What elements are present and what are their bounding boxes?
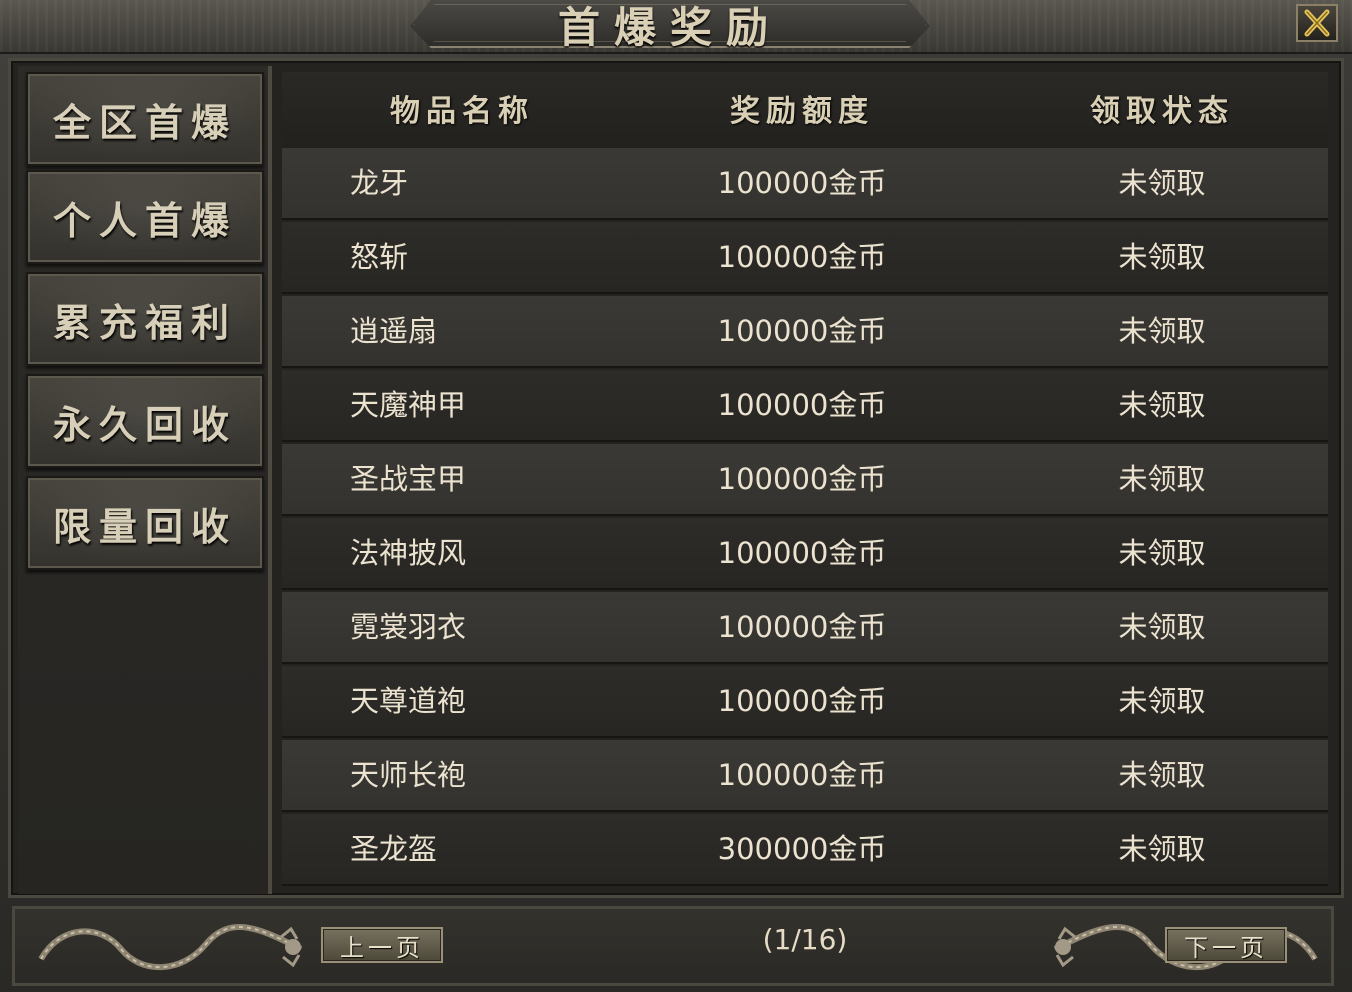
- column-header-status: 领取状态: [1090, 94, 1234, 129]
- item-reward: 100000金币: [717, 462, 887, 496]
- prev-page-label: 上一页: [340, 933, 424, 962]
- item-name: 逍遥扇: [350, 314, 438, 348]
- pagination-bar: 上一页 (1/16) 下一页: [12, 906, 1334, 986]
- item-name: 怒斩: [350, 240, 409, 274]
- claim-status[interactable]: 未领取: [1042, 296, 1282, 366]
- item-name: 圣战宝甲: [350, 462, 467, 496]
- close-button[interactable]: [1296, 4, 1338, 42]
- page-indicator: (1/16): [762, 923, 848, 956]
- claim-status[interactable]: 未领取: [1042, 592, 1282, 662]
- table-row: 龙牙 100000金币 未领取: [282, 148, 1328, 220]
- item-reward: 300000金币: [717, 832, 887, 866]
- window-title: 首爆奖励: [557, 3, 782, 52]
- item-reward: 100000金币: [717, 314, 887, 348]
- item-reward: 100000金币: [717, 388, 887, 422]
- item-name: 天师长袍: [350, 758, 467, 792]
- reward-table: 物品名称 奖励额度 领取状态 龙牙 100000金币 未领取 怒斩 100000…: [282, 72, 1328, 892]
- item-reward: 100000金币: [717, 166, 887, 200]
- item-reward: 100000金币: [717, 536, 887, 570]
- claim-status[interactable]: 未领取: [1042, 518, 1282, 588]
- table-row: 法神披风 100000金币 未领取: [282, 518, 1328, 590]
- next-page-button[interactable]: 下一页: [1165, 927, 1287, 963]
- item-reward: 100000金币: [717, 240, 887, 274]
- column-header-item-name: 物品名称: [390, 94, 534, 129]
- claim-status[interactable]: 未领取: [1042, 222, 1282, 292]
- claim-status[interactable]: 未领取: [1042, 444, 1282, 514]
- table-row: 天尊道袍 100000金币 未领取: [282, 666, 1328, 738]
- title-plate: 首爆奖励: [410, 0, 930, 48]
- table-row: 怒斩 100000金币 未领取: [282, 222, 1328, 294]
- sidebar-item-personal-first-drop[interactable]: 个人首爆: [26, 170, 264, 264]
- next-page-label: 下一页: [1184, 933, 1268, 962]
- table-header: 物品名称 奖励额度 领取状态: [282, 72, 1328, 150]
- sidebar-item-label: 累充福利: [52, 299, 237, 345]
- claim-status[interactable]: 未领取: [1042, 370, 1282, 440]
- window-header: 首爆奖励: [0, 0, 1352, 54]
- column-header-reward: 奖励额度: [730, 94, 874, 129]
- sidebar: 全区首爆 个人首爆 累充福利 永久回收 限量回收: [18, 66, 272, 894]
- sidebar-item-permanent-recycle[interactable]: 永久回收: [26, 374, 264, 468]
- first-drop-reward-window: 首爆奖励 全区首爆 个人首爆 累充福利 永久回收 限量回收 物品名称 奖励额度 …: [0, 0, 1352, 992]
- sidebar-item-label: 全区首爆: [52, 99, 237, 145]
- item-reward: 100000金币: [717, 758, 887, 792]
- item-name: 霓裳羽衣: [350, 610, 467, 644]
- item-name: 法神披风: [350, 536, 467, 570]
- sidebar-item-label: 个人首爆: [52, 197, 237, 243]
- table-row: 霓裳羽衣 100000金币 未领取: [282, 592, 1328, 664]
- claim-status[interactable]: 未领取: [1042, 148, 1282, 218]
- sidebar-item-label: 限量回收: [52, 503, 237, 549]
- item-name: 圣龙盔: [350, 832, 438, 866]
- close-x-icon: [1304, 9, 1330, 37]
- table-row: 圣战宝甲 100000金币 未领取: [282, 444, 1328, 516]
- claim-status[interactable]: 未领取: [1042, 814, 1282, 884]
- sidebar-item-label: 永久回收: [52, 401, 237, 447]
- claim-status[interactable]: 未领取: [1042, 666, 1282, 736]
- item-reward: 100000金币: [717, 684, 887, 718]
- table-row: 圣龙盔 300000金币 未领取: [282, 814, 1328, 886]
- sidebar-item-server-first-drop[interactable]: 全区首爆: [26, 72, 264, 166]
- item-name: 天尊道袍: [350, 684, 467, 718]
- item-name: 天魔神甲: [350, 388, 467, 422]
- dragon-ornament-icon: [38, 924, 303, 971]
- sidebar-item-recharge-bonus[interactable]: 累充福利: [26, 272, 264, 366]
- table-row: 天魔神甲 100000金币 未领取: [282, 370, 1328, 442]
- claim-status[interactable]: 未领取: [1042, 740, 1282, 810]
- prev-page-button[interactable]: 上一页: [321, 927, 443, 963]
- item-name: 龙牙: [350, 166, 409, 200]
- sidebar-item-limited-recycle[interactable]: 限量回收: [26, 476, 264, 570]
- item-reward: 100000金币: [717, 610, 887, 644]
- table-row: 逍遥扇 100000金币 未领取: [282, 296, 1328, 368]
- table-row: 天师长袍 100000金币 未领取: [282, 740, 1328, 812]
